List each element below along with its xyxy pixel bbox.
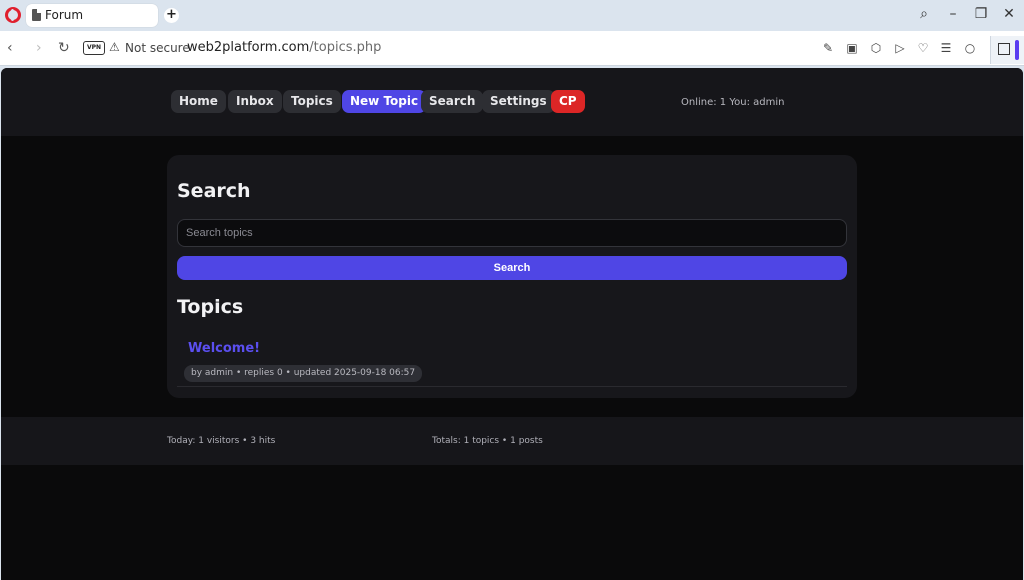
forum-page: Home Inbox Topics New Topic Search Setti…	[1, 68, 1023, 580]
nav-cp-button[interactable]: CP	[551, 90, 585, 113]
address-bar: ‹ › ↻ VPN ⚠ Not secure web2platform.com/…	[0, 31, 1024, 66]
search-tabs-icon[interactable]: ⌕	[915, 6, 933, 22]
url-host: web2platform.com	[187, 40, 310, 55]
topic-title-link[interactable]: Welcome!	[188, 341, 260, 356]
online-status: Online: 1 You: admin	[681, 97, 785, 108]
nav-settings-button[interactable]: Settings	[482, 90, 555, 113]
forum-header: Home Inbox Topics New Topic Search Setti…	[1, 68, 1023, 136]
minimize-icon[interactable]: –	[944, 6, 962, 22]
restore-icon[interactable]: ❐	[972, 6, 990, 22]
nav-search-button[interactable]: Search	[421, 90, 484, 113]
forward-icon[interactable]: ›	[36, 40, 42, 56]
search-submit-button[interactable]: Search	[177, 256, 847, 280]
extensions-icon[interactable]	[998, 43, 1010, 55]
camera-icon[interactable]: ▣	[845, 41, 859, 55]
security-status[interactable]: Not secure	[125, 41, 190, 55]
url-path: /topics.php	[309, 40, 382, 55]
topic-meta-badge: by admin • replies 0 • updated 2025-09-1…	[184, 365, 423, 382]
edit-icon[interactable]: ✎	[821, 41, 835, 55]
opera-logo-icon[interactable]	[5, 7, 21, 23]
shield-icon[interactable]: ⬡	[869, 41, 883, 55]
today-stats: Today: 1 visitors • 3 hits	[167, 436, 276, 446]
reload-icon[interactable]: ↻	[58, 40, 70, 56]
tab-title: Forum	[45, 8, 84, 22]
main-card: Search Search Topics Welcome! by admin •…	[167, 155, 857, 398]
vpn-badge[interactable]: VPN	[83, 41, 105, 55]
browser-tab[interactable]: Forum	[26, 4, 158, 27]
nav-new-topic-button[interactable]: New Topic	[342, 90, 427, 113]
heart-icon[interactable]: ♡	[916, 41, 930, 55]
topic-row: Welcome! by admin • replies 0 • updated …	[177, 331, 847, 387]
extensions-area	[990, 36, 1024, 64]
profile-icon[interactable]: ○	[963, 41, 977, 55]
totals-stats: Totals: 1 topics • 1 posts	[432, 436, 543, 446]
nav-topics-button[interactable]: Topics	[283, 90, 341, 113]
warning-icon[interactable]: ⚠	[109, 40, 120, 54]
search-heading: Search	[177, 180, 251, 202]
new-tab-button[interactable]: +	[164, 8, 179, 23]
search-input[interactable]	[177, 219, 847, 247]
menu-icon[interactable]: ☰	[939, 41, 953, 55]
play-icon[interactable]: ▷	[893, 41, 907, 55]
topics-heading: Topics	[177, 296, 244, 318]
nav-inbox-button[interactable]: Inbox	[228, 90, 282, 113]
page-icon	[32, 9, 41, 21]
forum-footer: Today: 1 visitors • 3 hits Totals: 1 top…	[1, 417, 1023, 465]
back-icon[interactable]: ‹	[7, 40, 13, 56]
sidebar-indicator[interactable]	[1015, 40, 1019, 60]
nav-home-button[interactable]: Home	[171, 90, 226, 113]
url-field[interactable]: web2platform.com/topics.php	[187, 40, 381, 55]
close-icon[interactable]: ✕	[1000, 6, 1018, 22]
browser-tab-bar: Forum + ⌕ – ❐ ✕	[0, 0, 1024, 31]
